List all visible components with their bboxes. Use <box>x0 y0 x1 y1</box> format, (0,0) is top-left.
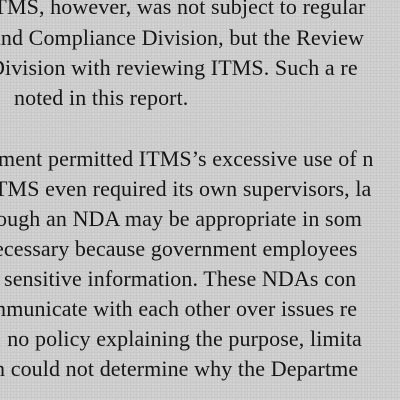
text-line: ecessary because government employees <box>0 236 358 261</box>
scanned-document-page: ITMS, however, was not subject to regula… <box>0 0 400 400</box>
text-line: ough an NDA may be appropriate in som <box>0 206 363 231</box>
text-line: ITMS, however, was not subject to regula… <box>0 0 366 19</box>
text-line: n could not determine why the Departme <box>0 356 359 381</box>
text-line: , no policy explaining the purpose, limi… <box>0 326 362 351</box>
text-line: mmunicate with each other over issues re <box>0 296 358 321</box>
text-line: TMS even required its own supervisors, l… <box>0 176 372 201</box>
text-line: f sensitive information. These NDAs con <box>0 266 357 291</box>
text-line: noted in this report. <box>14 85 189 110</box>
text-line: ment permitted ITMS’s excessive use of n <box>0 146 374 171</box>
text-line: Division with reviewing ITMS. Such a re <box>0 55 358 80</box>
text-line: and Compliance Division, but the Review <box>0 25 364 50</box>
